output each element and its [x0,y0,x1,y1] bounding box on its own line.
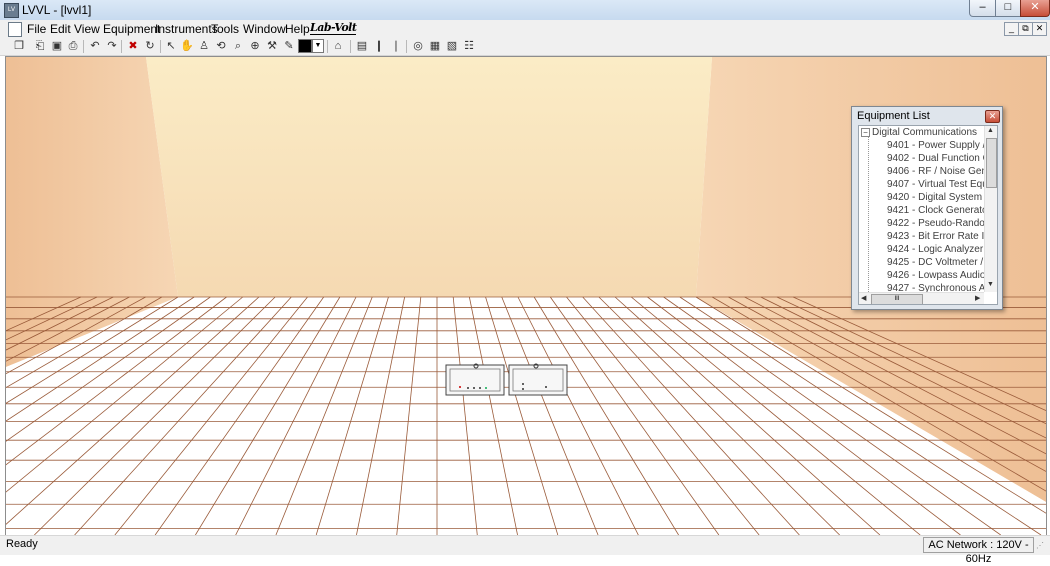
toolbar-separator [83,40,84,53]
zoom-in-icon[interactable]: ⊕ [248,39,262,53]
menu-equipment[interactable]: Equipment [103,22,160,36]
wire-icon[interactable]: ✎ [282,39,296,53]
maximize-button[interactable]: □ [995,0,1021,17]
status-bar: Ready AC Network : 120V - 60Hz ⋰ [0,535,1050,565]
scroll-up-icon[interactable]: ▲ [987,127,994,134]
equipment-list-close-icon[interactable]: ✕ [985,110,1000,123]
child-minimize-button[interactable]: _ [1004,22,1019,36]
probe-icon[interactable]: ⚒ [265,39,279,53]
toolbar-separator [406,40,407,53]
close-button[interactable]: ✕ [1020,0,1050,17]
app-icon[interactable]: LV [4,3,19,18]
panel-icon[interactable]: ❘ [389,39,403,53]
equipment-list-panel: Equipment List ✕ − Digital Communications… [851,106,1003,310]
equipment-list-title: Equipment List [857,110,930,122]
equipment-tree[interactable]: − Digital Communications 9401 - Power Sup… [858,125,998,305]
minimize-button[interactable]: – [969,0,996,17]
scroll-down-icon[interactable]: ▼ [987,281,994,288]
title-bar: LV LVVL - [lvvl1] – □ ✕ [0,0,1050,21]
resize-grip-icon[interactable]: ⋰ [1036,541,1046,551]
tree-connector-line [868,136,870,296]
home-icon[interactable]: ⌂ [331,39,345,53]
rack-icon[interactable]: ❙ [372,39,386,53]
menu-bar: File Edit View Equipment Instruments Too… [0,20,1050,38]
equipment-item[interactable]: 9421 - Clock Generator [887,205,991,216]
horizontal-scroll-thumb[interactable]: III [871,294,923,304]
equipment-module-left[interactable] [445,363,505,396]
window-title: LVVL - [lvvl1] [22,3,92,17]
redo-icon[interactable]: ↷ [105,39,119,53]
equipment-item[interactable]: 9420 - Digital System Enc [887,192,997,203]
toolbar: ❐ ⎗ ▣ ⎙ ↶ ↷ ✖ ↻ ↖ ✋ ♙ ⟲ ⌕ ⊕ ⚒ ✎ ▼ ⌂ ▤ ❙ … [0,38,1050,56]
open-icon[interactable]: ⎗ [33,39,47,53]
equipment-item[interactable]: 9407 - Virtual Test Equipr [887,179,997,190]
refresh-icon[interactable]: ↻ [143,39,157,53]
child-restore-button[interactable]: ⧉ [1018,22,1033,36]
vertical-scrollbar[interactable]: ▲ ▼ [984,126,997,292]
walk-icon[interactable]: ♙ [197,39,211,53]
menu-tools[interactable]: Tools [211,22,239,36]
rotate-icon[interactable]: ⟲ [214,39,228,53]
toolbar-separator [160,40,161,53]
collapse-toggle-icon[interactable]: − [861,127,870,137]
child-close-button[interactable]: ✕ [1032,22,1047,36]
undo-icon[interactable]: ↶ [88,39,102,53]
analyzer-icon[interactable]: ▧ [445,39,459,53]
equipment-item[interactable]: 9423 - Bit Error Rate Indic [887,231,997,242]
back-wall [146,57,712,297]
horizontal-scrollbar[interactable]: ◀ III ▶ [859,292,984,304]
tree-root-label: Digital Communications [872,127,978,138]
ac-network-status: AC Network : 120V - 60Hz [923,537,1034,565]
equipment-item[interactable]: 9402 - Dual Function Ger [887,153,997,164]
toolbar-separator [121,40,122,53]
tree-root-node[interactable]: − Digital Communications [861,127,977,138]
select-icon[interactable]: ↖ [164,39,178,53]
menu-instruments[interactable]: Instruments [155,22,218,36]
equipment-item[interactable]: 9401 - Power Supply / Du [887,140,997,151]
scroll-right-icon[interactable]: ▶ [975,294,980,302]
equipment-module-right[interactable] [508,363,568,396]
toolbar-separator [327,40,328,53]
menu-file[interactable]: File [27,22,46,36]
scroll-left-icon[interactable]: ◀ [861,294,866,302]
delete-icon[interactable]: ✖ [126,39,140,53]
toolbar-separator [350,40,351,53]
monitor-icon[interactable]: ▤ [355,39,369,53]
lab-volt-logo: Lab-Volt [310,21,357,35]
pan-hand-icon[interactable]: ✋ [180,39,194,53]
menu-edit[interactable]: Edit [50,22,71,36]
menu-view[interactable]: View [74,22,100,36]
vertical-scroll-thumb[interactable] [986,138,997,188]
network-icon[interactable]: ☷ [462,39,476,53]
status-text: Ready [6,538,38,550]
document-icon[interactable] [8,22,22,37]
equipment-item[interactable]: 9422 - Pseudo-Random E [887,218,997,229]
zoom-icon[interactable]: ⌕ [231,39,245,53]
camera-icon[interactable]: ◎ [411,39,425,53]
new-icon[interactable]: ❐ [12,39,26,53]
equipment-item[interactable]: 9424 - Logic Analyzer [887,244,983,255]
save-icon[interactable]: ▣ [50,39,64,53]
menu-window[interactable]: Window [243,22,286,36]
menu-help[interactable]: Help [285,22,310,36]
equipment-item[interactable]: 9406 - RF / Noise Generat [887,166,997,177]
color-swatch[interactable] [298,39,312,53]
equipment-item[interactable]: 9426 - Lowpass Audio Fil [887,270,997,281]
scope-icon[interactable]: ▦ [428,39,442,53]
print-icon[interactable]: ⎙ [66,39,80,53]
color-dropdown-icon[interactable]: ▼ [312,39,324,53]
equipment-item[interactable]: 9425 - DC Voltmeter / DC [887,257,997,268]
